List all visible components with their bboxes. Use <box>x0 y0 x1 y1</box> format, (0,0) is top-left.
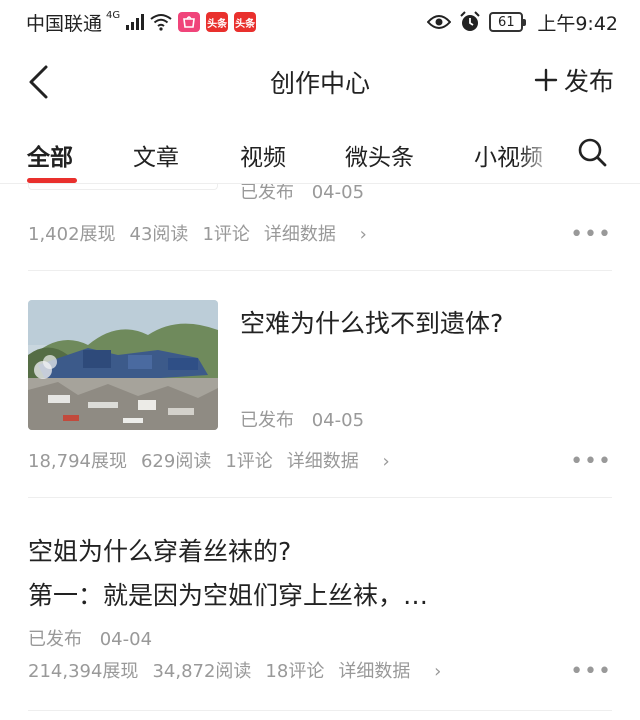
ellipsis-icon: ••• <box>570 659 612 684</box>
publish-button[interactable]: 发布 <box>534 62 614 98</box>
ellipsis-icon: ••• <box>570 222 612 247</box>
battery-icon: 61 <box>489 12 527 32</box>
search-button[interactable] <box>576 136 608 168</box>
status-left: 中国联通 4G 头条 头条 <box>26 9 257 36</box>
micro-post-excerpt[interactable]: 第一：就是因为空姐们穿上丝袜，… <box>28 576 428 612</box>
detail-data-label: 详细数据 <box>263 224 336 245</box>
search-icon <box>578 138 607 167</box>
detail-data-label: 详细数据 <box>338 661 411 682</box>
app-header: 创作中心 发布 <box>0 50 640 112</box>
detail-data-link[interactable]: 详细数据 › <box>287 447 404 473</box>
publish-date: 04-05 <box>311 410 365 431</box>
publish-status: 已发布 <box>240 410 294 431</box>
tab-videos[interactable]: 视频 <box>240 138 286 172</box>
comment-count: 1评论 <box>225 451 273 472</box>
back-button[interactable] <box>24 64 58 100</box>
divider <box>28 710 612 711</box>
article-title[interactable]: 空难为什么找不到遗体? <box>240 304 503 340</box>
view-count: 1,402展现 <box>28 224 116 245</box>
publish-label: 发布 <box>563 67 614 96</box>
detail-data-label: 详细数据 <box>286 451 359 472</box>
stats-row: 1,402展现 43阅读 1评论 详细数据 › <box>28 220 395 246</box>
publish-status-row: 已发布 04-04 <box>28 625 152 651</box>
wifi-icon <box>150 14 172 31</box>
comment-count: 1评论 <box>202 224 250 245</box>
thumbnail-partial <box>28 184 218 190</box>
chevron-right-icon: › <box>382 451 390 472</box>
category-tabs: 全部 文章 视频 微头条 小视频 <box>0 122 640 184</box>
toutiao-app-icon-2: 头条 <box>234 12 257 32</box>
active-tab-indicator <box>27 178 77 183</box>
plus-icon <box>534 68 558 92</box>
toutiao-app-icon: 头条 <box>206 12 229 32</box>
eye-icon <box>427 15 452 29</box>
publish-status: 已发布 <box>28 629 82 650</box>
view-count: 18,794展现 <box>28 451 127 472</box>
status-right: 61 上午9:42 <box>427 9 618 36</box>
comment-count: 18评论 <box>265 661 325 682</box>
chevron-left-icon <box>29 65 48 99</box>
notification-app-icon <box>178 12 201 32</box>
tab-micro-posts[interactable]: 微头条 <box>345 138 414 172</box>
stats-row: 214,394展现 34,872阅读 18评论 详细数据 › <box>28 657 469 683</box>
chevron-right-icon: › <box>359 224 367 245</box>
chevron-right-icon: › <box>434 661 442 682</box>
more-options-button[interactable]: ••• <box>570 224 612 246</box>
detail-data-link[interactable]: 详细数据 › <box>338 657 455 683</box>
detail-data-link[interactable]: 详细数据 › <box>264 220 381 246</box>
divider <box>28 497 612 498</box>
more-options-button[interactable]: ••• <box>570 451 612 473</box>
more-options-button[interactable]: ••• <box>570 661 612 683</box>
tab-short-videos[interactable]: 小视频 <box>474 138 543 172</box>
ellipsis-icon: ••• <box>570 449 612 474</box>
publish-status-row: 已发布 04-05 <box>240 406 364 432</box>
divider <box>28 270 612 271</box>
signal-icon <box>126 14 145 30</box>
view-count: 214,394展现 <box>28 661 139 682</box>
alarm-icon <box>460 11 481 31</box>
read-count: 43阅读 <box>129 224 189 245</box>
status-bar: 中国联通 4G 头条 头条 61 上午9:42 <box>0 0 640 44</box>
tab-all[interactable]: 全部 <box>27 138 73 172</box>
article-thumbnail <box>28 300 218 430</box>
read-count: 34,872阅读 <box>152 661 252 682</box>
micro-post-title[interactable]: 空姐为什么穿着丝袜的? <box>28 532 291 568</box>
content-feed: 已发布 04-05 1,402展现 43阅读 1评论 详细数据 › ••• 空难… <box>0 184 640 720</box>
carrier-name: 中国联通 <box>26 12 103 35</box>
publish-status: 已发布 <box>240 184 294 203</box>
stats-row: 18,794展现 629阅读 1评论 详细数据 › <box>28 447 418 473</box>
network-type: 4G <box>106 9 121 21</box>
publish-status-row: 已发布 04-05 <box>240 184 364 204</box>
tab-articles[interactable]: 文章 <box>133 138 179 172</box>
clock-time: 上午9:42 <box>537 12 618 35</box>
publish-date: 04-04 <box>99 629 153 650</box>
read-count: 629阅读 <box>140 451 212 472</box>
publish-date: 04-05 <box>311 184 365 203</box>
